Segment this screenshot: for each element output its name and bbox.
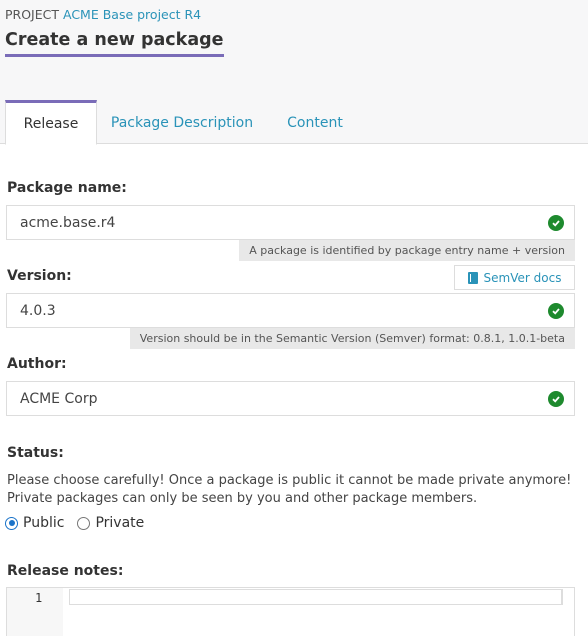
semver-docs-label: SemVer docs	[483, 270, 562, 285]
release-notes-label: Release notes:	[7, 563, 124, 579]
package-name-field[interactable]	[6, 205, 575, 240]
project-link[interactable]: ACME Base project R4	[63, 7, 201, 22]
valid-check-icon	[548, 215, 564, 231]
page-title: Create a new package	[5, 30, 224, 57]
status-radio-group: Public Private	[5, 515, 157, 531]
valid-check-icon	[548, 303, 564, 319]
status-warning-text: Please choose carefully! Once a package …	[7, 473, 572, 488]
private-radio[interactable]	[77, 516, 91, 530]
line-number: 1	[35, 591, 43, 605]
author-label: Author:	[7, 356, 67, 372]
public-radio[interactable]	[5, 516, 18, 530]
tab-content[interactable]: Content	[267, 100, 363, 145]
project-prefix: PROJECT	[5, 7, 60, 22]
version-label: Version:	[7, 268, 72, 284]
semver-docs-button[interactable]: SemVer docs	[454, 265, 575, 290]
editor-active-line[interactable]	[69, 589, 563, 605]
version-input[interactable]	[7, 294, 574, 327]
package-name-label: Package name:	[7, 180, 127, 196]
public-radio-label[interactable]: Public	[23, 515, 64, 531]
editor-gutter: 1	[7, 588, 63, 636]
author-input[interactable]	[7, 382, 574, 415]
release-notes-editor[interactable]: 1	[6, 587, 575, 636]
private-radio-label[interactable]: Private	[95, 515, 144, 531]
version-hint: Version should be in the Semantic Versio…	[129, 328, 575, 349]
valid-check-icon	[548, 391, 564, 407]
package-name-hint: A package is identified by package entry…	[239, 240, 575, 261]
version-field[interactable]	[6, 293, 575, 328]
book-icon	[467, 271, 478, 284]
tab-bar: Release Package Description Content	[5, 100, 363, 145]
project-breadcrumb: PROJECT ACME Base project R4	[5, 7, 201, 22]
status-info-text: Private packages can only be seen by you…	[7, 491, 478, 506]
editor-scrollbar[interactable]	[561, 589, 573, 605]
package-name-input[interactable]	[7, 206, 574, 239]
tab-release[interactable]: Release	[5, 100, 97, 145]
author-field[interactable]	[6, 381, 575, 416]
status-label: Status:	[7, 445, 64, 461]
tab-package-description[interactable]: Package Description	[97, 100, 267, 145]
